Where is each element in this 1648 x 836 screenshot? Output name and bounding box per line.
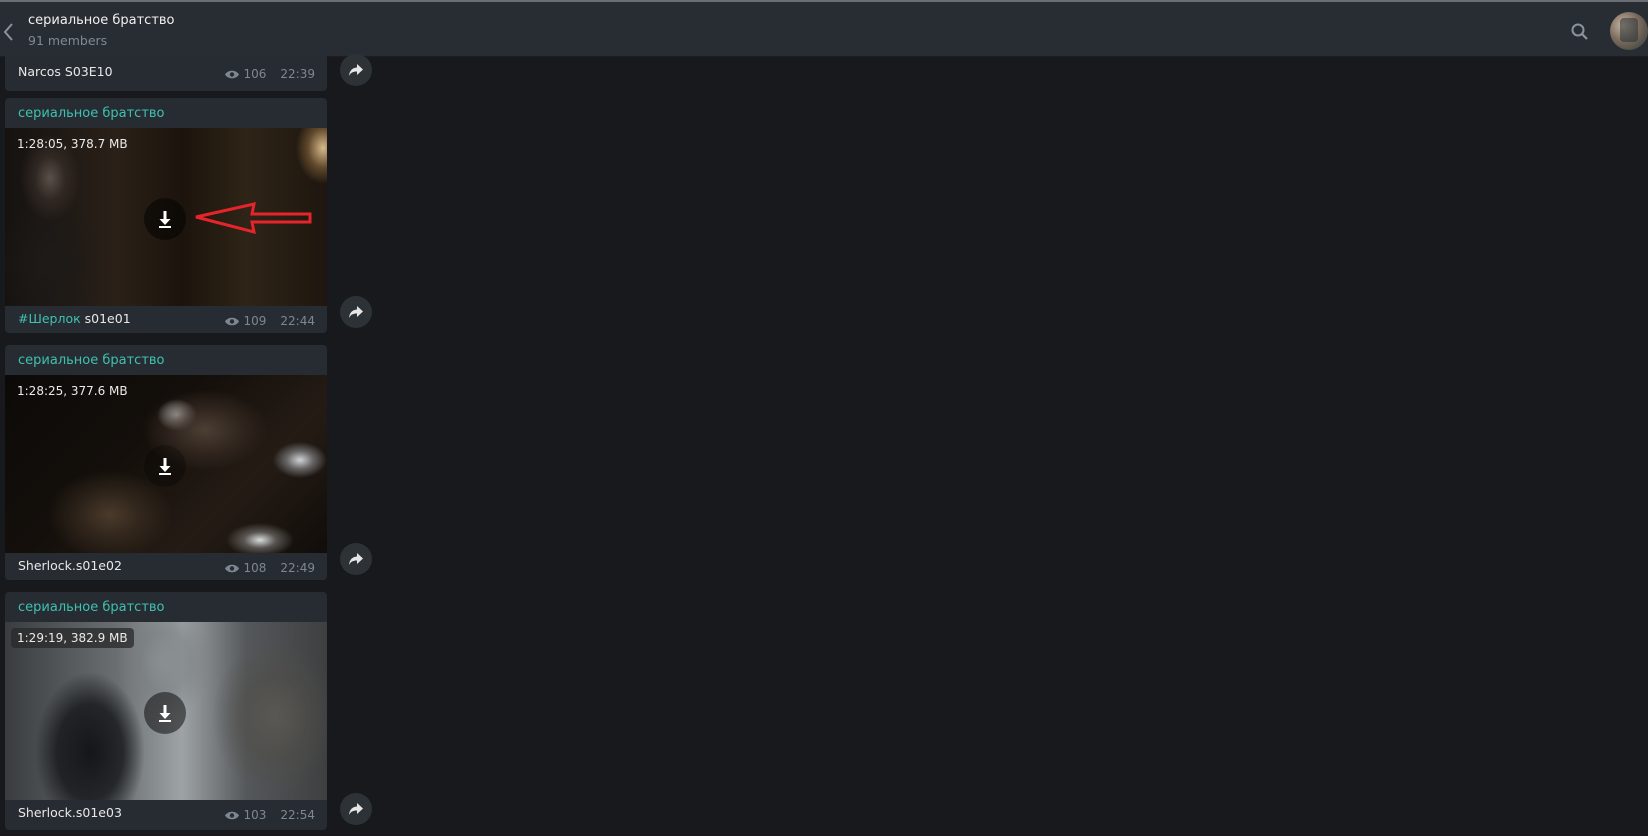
message-info: 108 22:49	[224, 561, 315, 575]
search-icon[interactable]	[1570, 22, 1590, 42]
video-duration-size: 1:28:05, 378.7 MB	[17, 137, 128, 151]
message-bubble: Narcos S03E10 106 22:39	[5, 56, 327, 91]
download-button[interactable]	[144, 198, 186, 240]
caption-text: s01e01	[80, 311, 131, 326]
share-arrow-icon	[349, 306, 363, 318]
message-bubble: сериальное братство 1:28:25, 377.6 MB Sh…	[5, 345, 327, 580]
view-count: 106	[243, 67, 267, 81]
message-info: 109 22:44	[224, 314, 315, 328]
message-caption: Narcos S03E10	[18, 64, 113, 79]
eye-icon	[224, 317, 239, 325]
view-count: 109	[243, 314, 267, 328]
share-button[interactable]	[340, 296, 372, 328]
sender-name[interactable]: сериальное братство	[18, 600, 165, 615]
share-arrow-icon	[349, 553, 363, 565]
eye-icon	[224, 70, 239, 78]
download-arrow-icon	[159, 705, 171, 722]
message-time: 22:49	[280, 561, 315, 575]
download-button[interactable]	[144, 445, 186, 487]
download-arrow-icon	[159, 211, 171, 228]
view-count: 108	[243, 561, 267, 575]
download-button[interactable]	[144, 692, 186, 734]
share-arrow-icon	[349, 64, 363, 76]
view-count: 103	[243, 808, 267, 822]
eye-icon	[224, 564, 239, 572]
message-info: 103 22:54	[224, 808, 315, 822]
message-caption: #Шерлок s01e01	[18, 311, 131, 326]
annotation-arrow-icon	[195, 202, 312, 235]
video-duration-size: 1:28:25, 377.6 MB	[17, 384, 128, 398]
member-count: 91 members	[28, 33, 108, 48]
message-time: 22:44	[280, 314, 315, 328]
video-thumbnail[interactable]: 1:28:25, 377.6 MB	[5, 375, 327, 553]
share-button[interactable]	[340, 793, 372, 825]
eye-icon	[224, 811, 239, 819]
share-button[interactable]	[340, 543, 372, 575]
download-arrow-icon	[159, 458, 171, 475]
share-arrow-icon	[349, 803, 363, 815]
video-duration-size: 1:29:19, 382.9 MB	[11, 628, 134, 648]
sender-name[interactable]: сериальное братство	[18, 353, 165, 368]
hashtag-link[interactable]: #Шерлок	[18, 311, 81, 326]
message-caption: Sherlock.s01e02	[18, 558, 122, 573]
message-time: 22:54	[280, 808, 315, 822]
video-thumbnail[interactable]: 1:29:19, 382.9 MB	[5, 622, 327, 800]
channel-avatar[interactable]	[1610, 12, 1648, 50]
sender-name[interactable]: сериальное братство	[18, 106, 165, 121]
chat-title[interactable]: сериальное братство	[28, 13, 175, 28]
message-info: 106 22:39	[224, 67, 315, 81]
message-time: 22:39	[280, 67, 315, 81]
message-caption: Sherlock.s01e03	[18, 805, 122, 820]
share-button[interactable]	[340, 54, 372, 86]
message-bubble: сериальное братство 1:29:19, 382.9 MB Sh…	[5, 592, 327, 830]
back-chevron-icon[interactable]	[0, 20, 18, 44]
chat-header: сериальное братство 91 members	[0, 2, 1648, 57]
